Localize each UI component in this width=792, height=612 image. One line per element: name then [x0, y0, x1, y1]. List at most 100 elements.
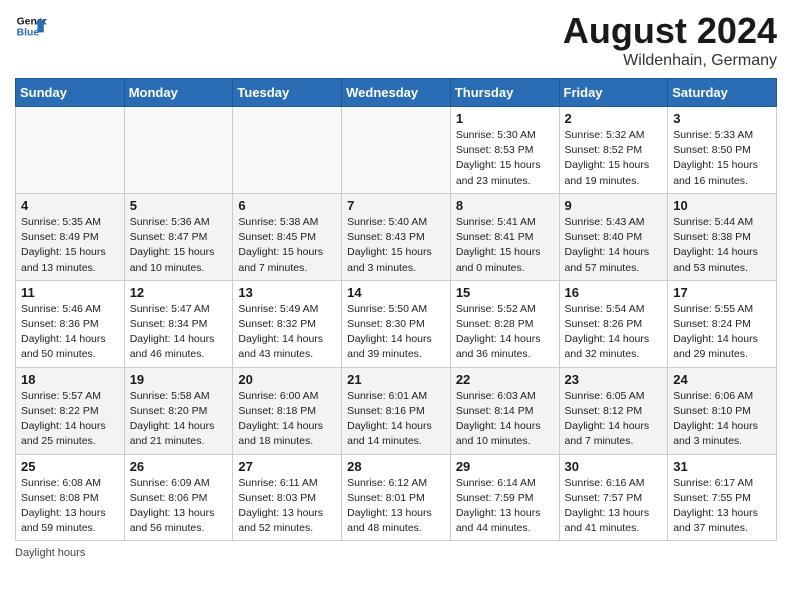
day-info: Sunrise: 6:16 AM Sunset: 7:57 PM Dayligh… [565, 476, 663, 537]
weekday-header-thursday: Thursday [450, 79, 559, 107]
calendar-cell [16, 107, 125, 194]
calendar-cell: 20Sunrise: 6:00 AM Sunset: 8:18 PM Dayli… [233, 367, 342, 454]
day-number: 6 [238, 198, 336, 213]
day-info: Sunrise: 5:40 AM Sunset: 8:43 PM Dayligh… [347, 215, 445, 276]
weekday-header-wednesday: Wednesday [342, 79, 451, 107]
calendar-cell: 23 Sunrise: 6:05 AM Sunset: 8:12 PM Dayli… [559, 367, 668, 454]
calendar-cell: 4 Sunrise: 5:35 AM Sunset: 8:49 PM Daylig… [16, 193, 125, 280]
day-info: Sunrise: 5:50 AM Sunset: 8:30 PM Dayligh… [347, 302, 445, 363]
weekday-header-friday: Friday [559, 79, 668, 107]
day-number: 28 [347, 459, 445, 474]
day-info: Sunrise: 5:49 AM Sunset: 8:32 PM Dayligh… [238, 302, 336, 363]
calendar-cell [124, 107, 233, 194]
day-info: Sunrise: 5:33 AM Sunset: 8:50 PM Dayligh… [673, 128, 771, 189]
calendar-cell: 11Sunrise: 5:46 AM Sunset: 8:36 PM Dayli… [16, 280, 125, 367]
day-info: Sunrise: 5:57 AM Sunset: 8:22 PM Dayligh… [21, 389, 119, 450]
calendar-cell: 21 Sunrise: 6:01 AM Sunset: 8:16 PM Dayli… [342, 367, 451, 454]
day-number: 31 [673, 459, 771, 474]
day-info: Sunrise: 5:30 AM Sunset: 8:53 PM Dayligh… [456, 128, 554, 189]
calendar-cell: 17 Sunrise: 5:55 AM Sunset: 8:24 PM Dayli… [668, 280, 777, 367]
day-info: Sunrise: 5:52 AM Sunset: 8:28 PM Dayligh… [456, 302, 554, 363]
calendar-cell: 3 Sunrise: 5:33 AM Sunset: 8:50 PM Daylig… [668, 107, 777, 194]
day-number: 27 [238, 459, 336, 474]
day-number: 24 [673, 372, 771, 387]
weekday-header-tuesday: Tuesday [233, 79, 342, 107]
day-number: 9 [565, 198, 663, 213]
calendar-cell: 25 Sunrise: 6:08 AM Sunset: 8:08 PM Dayli… [16, 454, 125, 541]
day-number: 26 [130, 459, 228, 474]
day-number: 14 [347, 285, 445, 300]
day-number: 29 [456, 459, 554, 474]
calendar-cell: 14 Sunrise: 5:50 AM Sunset: 8:30 PM Dayli… [342, 280, 451, 367]
weekday-header-sunday: Sunday [16, 79, 125, 107]
day-number: 2 [565, 111, 663, 126]
day-number: 11 [21, 285, 119, 300]
calendar-cell: 22Sunrise: 6:03 AM Sunset: 8:14 PM Dayli… [450, 367, 559, 454]
calendar-cell: 30 Sunrise: 6:16 AM Sunset: 7:57 PM Dayli… [559, 454, 668, 541]
day-number: 25 [21, 459, 119, 474]
day-info: Sunrise: 5:32 AM Sunset: 8:52 PM Dayligh… [565, 128, 663, 189]
day-info: Sunrise: 6:11 AM Sunset: 8:03 PM Dayligh… [238, 476, 336, 537]
day-number: 30 [565, 459, 663, 474]
day-number: 4 [21, 198, 119, 213]
day-info: Sunrise: 5:58 AM Sunset: 8:20 PM Dayligh… [130, 389, 228, 450]
day-info: Sunrise: 5:43 AM Sunset: 8:40 PM Dayligh… [565, 215, 663, 276]
day-info: Sunrise: 6:05 AM Sunset: 8:12 PM Dayligh… [565, 389, 663, 450]
weekday-header-monday: Monday [124, 79, 233, 107]
logo-icon: General Blue [15, 10, 47, 42]
day-number: 17 [673, 285, 771, 300]
day-info: Sunrise: 5:35 AM Sunset: 8:49 PM Dayligh… [21, 215, 119, 276]
day-info: Sunrise: 6:17 AM Sunset: 7:55 PM Dayligh… [673, 476, 771, 537]
day-info: Sunrise: 6:09 AM Sunset: 8:06 PM Dayligh… [130, 476, 228, 537]
day-number: 7 [347, 198, 445, 213]
day-info: Sunrise: 5:47 AM Sunset: 8:34 PM Dayligh… [130, 302, 228, 363]
day-info: Sunrise: 5:38 AM Sunset: 8:45 PM Dayligh… [238, 215, 336, 276]
calendar-cell: 1 Sunrise: 5:30 AM Sunset: 8:53 PM Daylig… [450, 107, 559, 194]
day-number: 23 [565, 372, 663, 387]
day-info: Sunrise: 6:12 AM Sunset: 8:01 PM Dayligh… [347, 476, 445, 537]
day-number: 21 [347, 372, 445, 387]
day-info: Sunrise: 5:36 AM Sunset: 8:47 PM Dayligh… [130, 215, 228, 276]
calendar-cell: 12 Sunrise: 5:47 AM Sunset: 8:34 PM Dayli… [124, 280, 233, 367]
day-info: Sunrise: 5:55 AM Sunset: 8:24 PM Dayligh… [673, 302, 771, 363]
day-number: 10 [673, 198, 771, 213]
day-number: 15 [456, 285, 554, 300]
day-number: 12 [130, 285, 228, 300]
day-number: 13 [238, 285, 336, 300]
weekday-header-saturday: Saturday [668, 79, 777, 107]
calendar-cell: 13 Sunrise: 5:49 AM Sunset: 8:32 PM Dayli… [233, 280, 342, 367]
logo: General Blue General Blue [15, 10, 47, 42]
footer-note: Daylight hours [15, 547, 777, 559]
day-info: Sunrise: 5:41 AM Sunset: 8:41 PM Dayligh… [456, 215, 554, 276]
svg-text:Blue: Blue [17, 28, 40, 39]
day-number: 1 [456, 111, 554, 126]
calendar-cell: 19 Sunrise: 5:58 AM Sunset: 8:20 PM Dayli… [124, 367, 233, 454]
day-info: Sunrise: 6:08 AM Sunset: 8:08 PM Dayligh… [21, 476, 119, 537]
calendar-cell: 31 Sunrise: 6:17 AM Sunset: 7:55 PM Dayli… [668, 454, 777, 541]
day-info: Sunrise: 6:00 AM Sunset: 8:18 PM Dayligh… [238, 389, 336, 450]
calendar-cell: 26 Sunrise: 6:09 AM Sunset: 8:06 PM Dayli… [124, 454, 233, 541]
day-number: 19 [130, 372, 228, 387]
calendar-cell: 28 Sunrise: 6:12 AM Sunset: 8:01 PM Dayli… [342, 454, 451, 541]
month-title: August 2024 [563, 10, 777, 52]
calendar-cell [342, 107, 451, 194]
calendar-cell: 27 Sunrise: 6:11 AM Sunset: 8:03 PM Dayli… [233, 454, 342, 541]
day-info: Sunrise: 6:06 AM Sunset: 8:10 PM Dayligh… [673, 389, 771, 450]
day-info: Sunrise: 6:01 AM Sunset: 8:16 PM Dayligh… [347, 389, 445, 450]
location: Wildenhain, Germany [563, 52, 777, 70]
calendar-cell: 24 Sunrise: 6:06 AM Sunset: 8:10 PM Dayli… [668, 367, 777, 454]
day-number: 16 [565, 285, 663, 300]
calendar-cell: 15 Sunrise: 5:52 AM Sunset: 8:28 PM Dayli… [450, 280, 559, 367]
calendar-cell: 29Sunrise: 6:14 AM Sunset: 7:59 PM Dayli… [450, 454, 559, 541]
calendar-cell: 9 Sunrise: 5:43 AM Sunset: 8:40 PM Daylig… [559, 193, 668, 280]
calendar-cell: 8Sunrise: 5:41 AM Sunset: 8:41 PM Daylig… [450, 193, 559, 280]
day-number: 18 [21, 372, 119, 387]
calendar-cell: 6 Sunrise: 5:38 AM Sunset: 8:45 PM Daylig… [233, 193, 342, 280]
calendar-cell: 2 Sunrise: 5:32 AM Sunset: 8:52 PM Daylig… [559, 107, 668, 194]
day-number: 5 [130, 198, 228, 213]
calendar-table: SundayMondayTuesdayWednesdayThursdayFrid… [15, 78, 777, 541]
day-number: 3 [673, 111, 771, 126]
calendar-cell: 10Sunrise: 5:44 AM Sunset: 8:38 PM Dayli… [668, 193, 777, 280]
title-block: August 2024 Wildenhain, Germany [563, 10, 777, 70]
day-number: 22 [456, 372, 554, 387]
